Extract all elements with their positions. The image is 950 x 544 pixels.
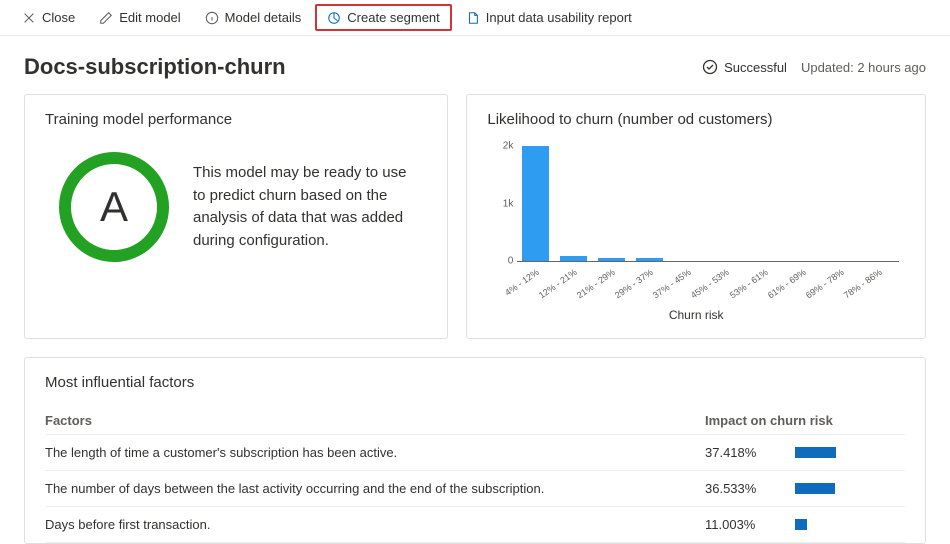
edit-model-button[interactable]: Edit model <box>89 6 190 29</box>
chart-xtick: 69% - 78% <box>804 267 846 300</box>
usability-report-button[interactable]: Input data usability report <box>456 6 642 29</box>
document-icon <box>466 11 480 25</box>
factor-name: The length of time a customer's subscrip… <box>45 445 705 460</box>
chart-xtick: 29% - 37% <box>613 267 655 300</box>
page-header: Docs-subscription-churn Successful Updat… <box>0 36 950 94</box>
grade-letter: A <box>100 183 128 231</box>
model-details-label: Model details <box>225 10 302 25</box>
chart-xtick: 45% - 53% <box>689 267 731 300</box>
chart: 0 1k 2k 4% - 12%12% - 21%21% - 29%29% - 37%… <box>487 142 905 322</box>
chart-ytick: 2k <box>487 141 513 152</box>
chart-bar <box>522 146 549 261</box>
grade-circle: A <box>59 152 169 262</box>
training-performance-card: Training model performance A This model … <box>24 94 448 339</box>
edit-model-label: Edit model <box>119 10 180 25</box>
chart-xtick: 4% - 12% <box>503 267 541 298</box>
factor-impact-bar <box>795 483 835 494</box>
updated-text: Updated: 2 hours ago <box>801 60 926 75</box>
chart-xtick: 78% - 86% <box>842 267 884 300</box>
create-segment-label: Create segment <box>347 10 440 25</box>
factor-impact-value: 11.003% <box>705 517 795 532</box>
model-details-button[interactable]: Model details <box>195 6 312 29</box>
factor-impact-bar <box>795 519 807 530</box>
close-label: Close <box>42 10 75 25</box>
info-icon <box>205 11 219 25</box>
factors-col-name: Factors <box>45 413 705 428</box>
chart-xtick: 61% - 69% <box>766 267 808 300</box>
factor-name: The number of days between the last acti… <box>45 481 705 496</box>
influential-factors-card: Most influential factors Factors Impact … <box>24 357 926 544</box>
chart-ytick: 0 <box>487 256 513 267</box>
factors-body: The length of time a customer's subscrip… <box>45 435 905 543</box>
checkmark-circle-icon <box>702 59 718 75</box>
churn-chart-title: Likelihood to churn (number od customers… <box>487 111 905 128</box>
segment-icon <box>327 11 341 25</box>
close-button[interactable]: Close <box>12 6 85 29</box>
churn-chart-card: Likelihood to churn (number od customers… <box>466 94 926 339</box>
status-text: Successful <box>724 60 787 75</box>
status-area: Successful Updated: 2 hours ago <box>702 59 926 75</box>
factor-impact-value: 36.533% <box>705 481 795 496</box>
chart-xlabel: Churn risk <box>487 308 905 322</box>
chart-bar <box>636 258 663 261</box>
chart-bar <box>560 256 587 261</box>
pencil-icon <box>99 11 113 25</box>
usability-report-label: Input data usability report <box>486 10 632 25</box>
toolbar: Close Edit model Model details Create se… <box>0 0 950 36</box>
performance-body: A This model may be ready to use to pred… <box>45 142 427 272</box>
close-icon <box>22 11 36 25</box>
factor-impact-value: 37.418% <box>705 445 795 460</box>
status-badge: Successful <box>702 59 787 75</box>
factors-title: Most influential factors <box>45 374 905 391</box>
factors-col-impact: Impact on churn risk <box>705 413 905 428</box>
factor-impact-bar-cell <box>795 483 905 494</box>
page-title: Docs-subscription-churn <box>24 54 286 80</box>
chart-xtick: 37% - 45% <box>651 267 693 300</box>
chart-xtick: 21% - 29% <box>575 267 617 300</box>
chart-xtick: 53% - 61% <box>727 267 769 300</box>
chart-plot: 01k2k4% - 12%12% - 21%21% - 29%29% - 37%… <box>517 146 899 262</box>
training-performance-title: Training model performance <box>45 111 427 128</box>
create-segment-button[interactable]: Create segment <box>315 4 452 31</box>
table-row: The number of days between the last acti… <box>45 471 905 507</box>
factor-impact-bar-cell <box>795 447 905 458</box>
performance-description: This model may be ready to use to predic… <box>193 162 427 252</box>
factor-impact-bar-cell <box>795 519 905 530</box>
chart-xtick: 12% - 21% <box>537 267 579 300</box>
table-row: The length of time a customer's subscrip… <box>45 435 905 471</box>
chart-bar <box>598 258 625 261</box>
factor-impact-bar <box>795 447 836 458</box>
cards-row: Training model performance A This model … <box>0 94 950 339</box>
factor-name: Days before first transaction. <box>45 517 705 532</box>
factors-header: Factors Impact on churn risk <box>45 407 905 435</box>
chart-ytick: 1k <box>487 198 513 209</box>
